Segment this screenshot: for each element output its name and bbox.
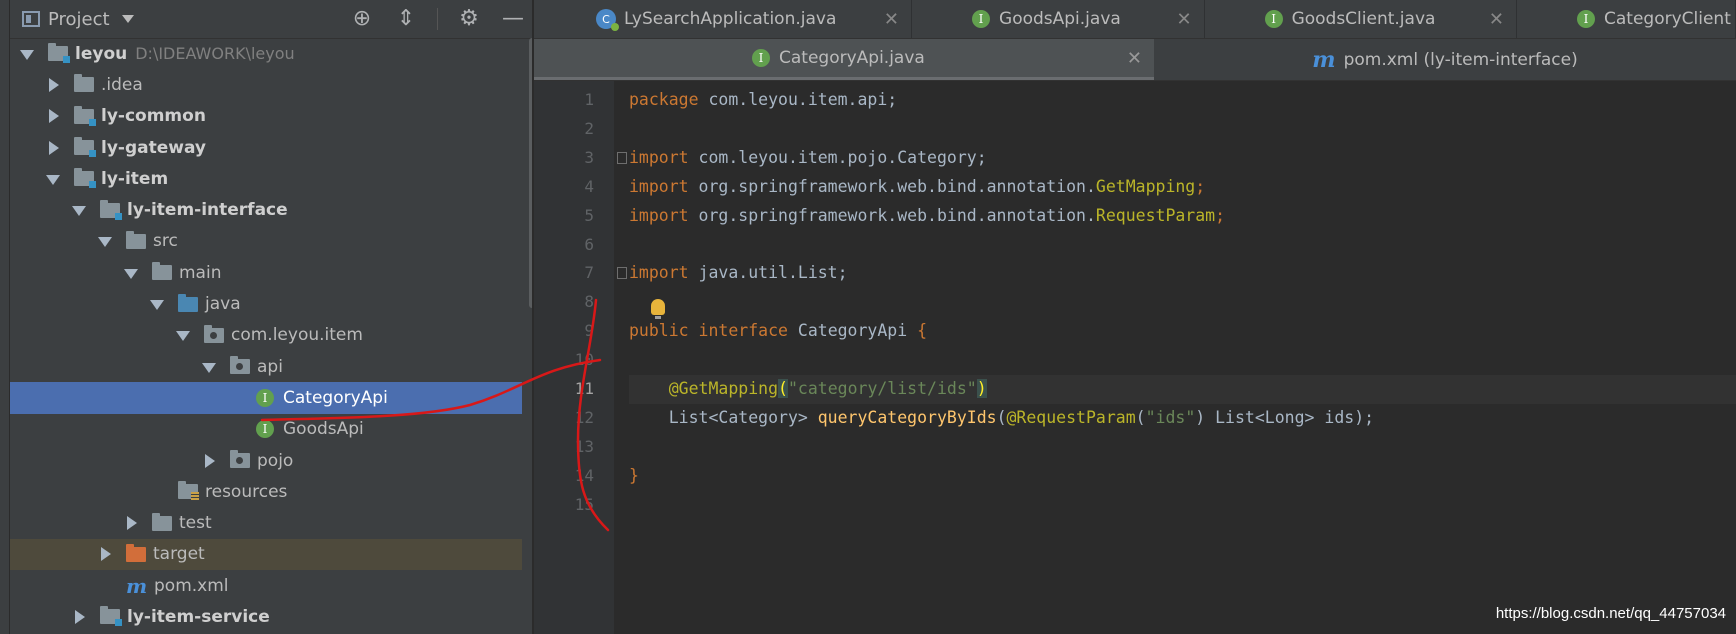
red-annotation-mark (260, 298, 610, 532)
ide-window: { "project_panel": { "title": "Project",… (0, 0, 1736, 634)
watermark-text: https://blog.csdn.net/qq_44757034 (1495, 605, 1726, 622)
